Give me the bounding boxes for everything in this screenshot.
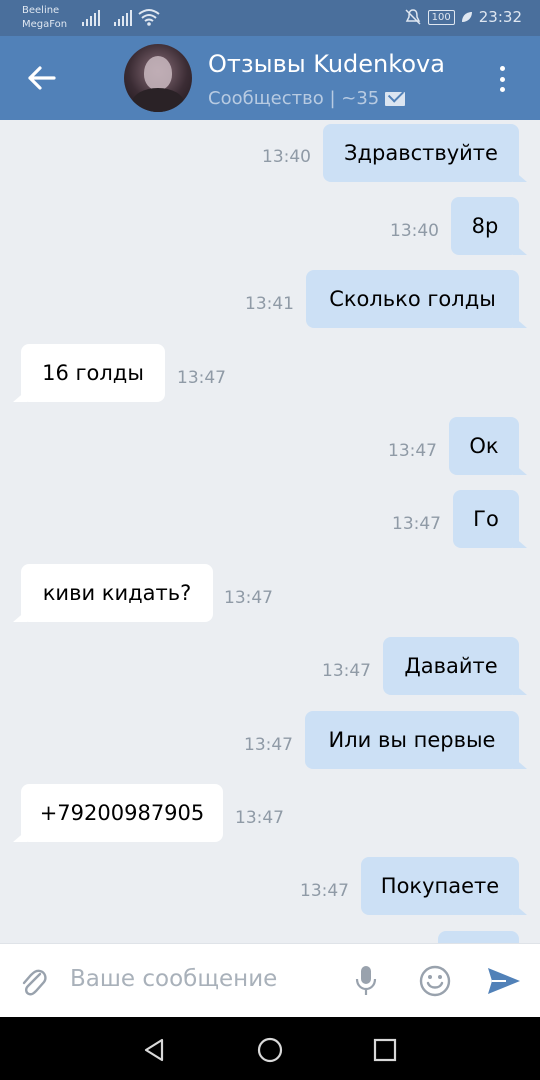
message-text: 16 голды (42, 361, 144, 385)
status-bar: Beeline MegaFon 100 23:32 (0, 0, 540, 36)
chat-header: Отзывы Kudenkova Сообщество | ~35 (0, 36, 540, 120)
system-nav-bar (0, 1017, 540, 1080)
nav-back-icon[interactable] (142, 1037, 168, 1063)
envelope-icon (385, 91, 406, 106)
message-text: Покупаете (380, 874, 500, 898)
signal-icon (82, 10, 100, 26)
avatar-shoulders (132, 88, 184, 112)
message-composer: Ваше сообщение (0, 943, 540, 1018)
message-bubble[interactable]: 8р (451, 197, 519, 255)
send-icon[interactable] (486, 966, 522, 996)
battery-level: 100 (427, 9, 455, 25)
message-text: киви кидать? (42, 581, 192, 605)
message-time: 13:47 (392, 514, 441, 534)
signal-icon (114, 10, 132, 26)
chat-subtitle: Сообщество | ~35 (208, 88, 406, 109)
message-time: 13:40 (262, 147, 311, 167)
chat-subtitle-text: Сообщество | ~35 (208, 88, 380, 109)
clock: 23:32 (478, 8, 522, 26)
chat-title[interactable]: Отзывы Kudenkova (208, 50, 445, 78)
nav-recents-icon[interactable] (372, 1037, 398, 1063)
microphone-icon[interactable] (354, 964, 378, 998)
message-bubble[interactable]: Давайте (383, 637, 519, 695)
message-bubble[interactable]: Здравствуйте (323, 124, 519, 182)
carrier-2: MegaFon (22, 19, 68, 30)
avatar-face (144, 56, 172, 90)
message-text: 8р (471, 214, 499, 238)
message-bubble[interactable]: Или вы первые (305, 711, 519, 769)
carrier-names: Beeline MegaFon (22, 4, 67, 32)
leaf-icon (461, 12, 472, 22)
avatar[interactable] (124, 44, 192, 112)
status-right: 100 23:32 (404, 8, 522, 26)
back-arrow-icon[interactable] (24, 60, 60, 96)
attach-icon[interactable] (18, 964, 48, 998)
mute-icon (405, 9, 421, 25)
message-bubble[interactable]: Ок (449, 417, 519, 475)
message-time: 13:47 (244, 735, 293, 755)
message-bubble[interactable]: Сколько голды (306, 270, 519, 328)
message-text: Сколько голды (329, 287, 496, 311)
message-text: Или вы первые (328, 728, 496, 752)
message-bubble[interactable]: Го (453, 490, 519, 548)
message-time: 13:41 (245, 294, 294, 314)
wifi-icon (138, 9, 160, 26)
message-time: 13:47 (177, 368, 226, 388)
message-time: 13:47 (322, 661, 371, 681)
nav-home-icon[interactable] (256, 1036, 284, 1064)
more-vert-icon[interactable] (498, 66, 506, 92)
message-input[interactable]: Ваше сообщение (70, 966, 277, 992)
message-bubble[interactable]: киви кидать? (21, 564, 213, 622)
message-time: 13:47 (388, 441, 437, 461)
message-time: 13:47 (235, 808, 284, 828)
message-text: +79200987905 (39, 801, 205, 825)
message-bubble[interactable]: 16 голды (21, 344, 165, 402)
message-bubble[interactable]: Покупаете (361, 857, 519, 915)
message-time: 13:40 (390, 221, 439, 241)
emoji-icon[interactable] (418, 964, 452, 998)
carrier-1: Beeline (22, 5, 60, 16)
message-text: Го (473, 507, 499, 531)
message-time: 13:47 (300, 881, 349, 901)
message-text: Ок (469, 434, 499, 458)
message-text: Здравствуйте (344, 141, 498, 165)
message-bubble[interactable]: +79200987905 (21, 784, 223, 842)
message-time: 13:47 (224, 588, 273, 608)
message-text: Давайте (404, 654, 498, 678)
